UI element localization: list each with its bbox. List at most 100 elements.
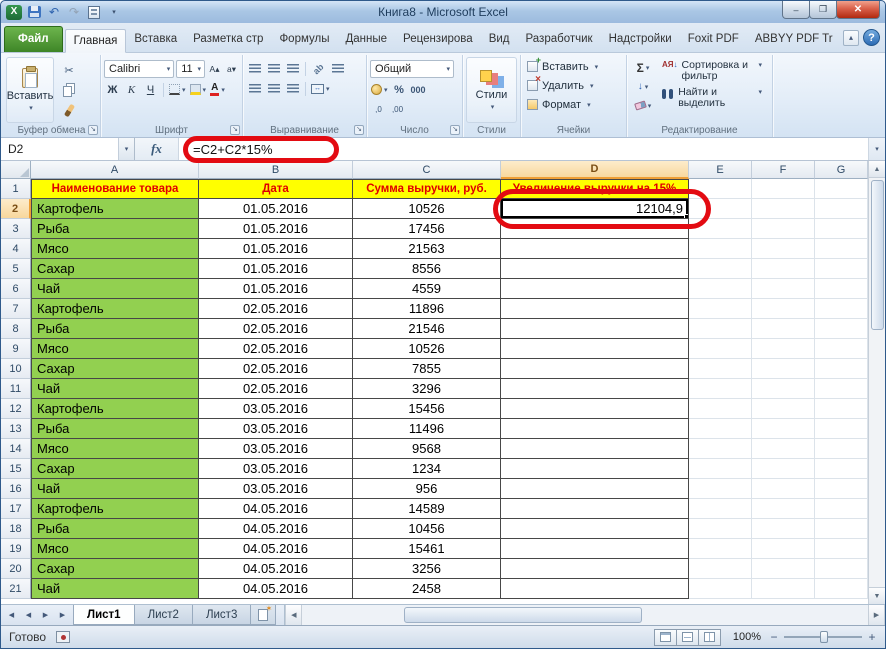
maximize-button[interactable]: ❒ [809, 1, 837, 19]
empty-cell[interactable] [752, 319, 815, 339]
revenue-cell[interactable]: 9568 [353, 439, 501, 459]
date-cell[interactable]: 02.05.2016 [199, 299, 353, 319]
borders-button[interactable]: ▾ [168, 81, 187, 98]
empty-cell[interactable] [815, 559, 868, 579]
date-cell[interactable]: 01.05.2016 [199, 219, 353, 239]
zoom-slider-track[interactable] [784, 636, 862, 638]
date-cell[interactable]: 04.05.2016 [199, 579, 353, 599]
empty-cell[interactable] [752, 419, 815, 439]
dialog-launcher-icon[interactable]: ↘ [354, 125, 364, 135]
fill-handle[interactable] [684, 214, 689, 219]
empty-cell[interactable] [689, 439, 752, 459]
insert-worksheet-button[interactable] [250, 605, 276, 625]
increase-cell[interactable] [501, 519, 689, 539]
revenue-cell[interactable]: 4559 [353, 279, 501, 299]
row-header[interactable]: 12 [1, 399, 31, 419]
ribbon-tab[interactable]: ABBYY PDF Tr [747, 28, 841, 52]
quick-print-button[interactable] [86, 4, 102, 20]
macro-record-icon[interactable] [56, 631, 70, 643]
empty-cell[interactable] [752, 199, 815, 219]
revenue-cell[interactable]: 14589 [353, 499, 501, 519]
merge-center-button[interactable]: ↔▾ [310, 80, 331, 97]
empty-cell[interactable] [815, 579, 868, 599]
fill-color-button[interactable]: ▾ [189, 81, 208, 98]
save-button[interactable] [26, 4, 42, 20]
increase-cell[interactable] [501, 499, 689, 519]
vertical-scroll-thumb[interactable] [871, 180, 884, 330]
empty-cell[interactable] [752, 179, 815, 199]
find-select-button[interactable]: Найти и выделить ▾ [660, 86, 764, 110]
product-cell[interactable]: Чай [31, 379, 199, 399]
empty-cell[interactable] [752, 479, 815, 499]
increase-cell[interactable] [501, 219, 689, 239]
font-size-select[interactable]: 11▾ [176, 60, 205, 78]
orientation-button[interactable]: ab [310, 60, 327, 77]
collapse-ribbon-button[interactable]: ▴ [843, 30, 859, 46]
increase-cell[interactable] [501, 279, 689, 299]
empty-cell[interactable] [752, 379, 815, 399]
empty-cell[interactable] [815, 299, 868, 319]
ribbon-tab[interactable]: Разработчик [518, 28, 601, 52]
column-header[interactable]: E [689, 161, 752, 179]
customize-qat-button[interactable]: ▾ [106, 4, 122, 20]
ribbon-tab[interactable]: Главная [65, 29, 127, 53]
product-cell[interactable]: Мясо [31, 239, 199, 259]
row-header[interactable]: 9 [1, 339, 31, 359]
revenue-cell[interactable]: 10526 [353, 339, 501, 359]
revenue-cell[interactable]: 15456 [353, 399, 501, 419]
insert-function-button[interactable]: fx [135, 138, 179, 160]
empty-cell[interactable] [689, 519, 752, 539]
align-middle-button[interactable] [265, 60, 282, 77]
name-box-dropdown[interactable]: ▾ [119, 138, 135, 160]
product-cell[interactable]: Чай [31, 279, 199, 299]
sheet-tab[interactable]: Лист3 [192, 605, 251, 625]
increase-cell[interactable] [501, 559, 689, 579]
date-cell[interactable]: 01.05.2016 [199, 259, 353, 279]
empty-cell[interactable] [815, 239, 868, 259]
scroll-right-arrow[interactable]: ▶ [868, 605, 885, 625]
empty-cell[interactable] [752, 459, 815, 479]
empty-cell[interactable] [752, 239, 815, 259]
date-cell[interactable]: 04.05.2016 [199, 539, 353, 559]
empty-cell[interactable] [815, 399, 868, 419]
ribbon-tab[interactable]: Вставка [126, 28, 185, 52]
revenue-cell[interactable]: 3296 [353, 379, 501, 399]
row-header[interactable]: 11 [1, 379, 31, 399]
empty-cell[interactable] [752, 279, 815, 299]
revenue-cell[interactable]: 21563 [353, 239, 501, 259]
empty-cell[interactable] [752, 439, 815, 459]
empty-cell[interactable] [815, 419, 868, 439]
fill-button[interactable]: ↓▾ [630, 78, 656, 95]
empty-cell[interactable] [815, 539, 868, 559]
empty-cell[interactable] [815, 199, 868, 219]
empty-cell[interactable] [752, 259, 815, 279]
percent-style-button[interactable]: % [391, 81, 408, 98]
empty-cell[interactable] [752, 399, 815, 419]
increase-cell[interactable] [501, 539, 689, 559]
increase-cell[interactable] [501, 339, 689, 359]
product-cell[interactable]: Картофель [31, 199, 199, 219]
ribbon-tab[interactable]: Данные [337, 28, 395, 52]
empty-cell[interactable] [752, 499, 815, 519]
empty-cell[interactable] [689, 379, 752, 399]
horizontal-scroll-track[interactable] [302, 605, 868, 625]
empty-cell[interactable] [689, 259, 752, 279]
empty-cell[interactable] [752, 559, 815, 579]
empty-cell[interactable] [689, 279, 752, 299]
column-header[interactable]: A [31, 161, 199, 179]
product-cell[interactable]: Сахар [31, 459, 199, 479]
empty-cell[interactable] [815, 219, 868, 239]
previous-sheet-button[interactable]: ◀ [21, 608, 36, 623]
ribbon-tab[interactable]: Формулы [271, 28, 337, 52]
table-header-cell[interactable]: Наименование товара [31, 179, 199, 199]
empty-cell[interactable] [689, 299, 752, 319]
row-header[interactable]: 2 [1, 199, 31, 219]
empty-cell[interactable] [815, 479, 868, 499]
date-cell[interactable]: 01.05.2016 [199, 279, 353, 299]
font-color-button[interactable]: А▾ [209, 81, 226, 98]
date-cell[interactable]: 03.05.2016 [199, 439, 353, 459]
date-cell[interactable]: 02.05.2016 [199, 359, 353, 379]
empty-cell[interactable] [752, 299, 815, 319]
product-cell[interactable]: Сахар [31, 259, 199, 279]
ribbon-tab[interactable]: Foxit PDF [680, 28, 747, 52]
